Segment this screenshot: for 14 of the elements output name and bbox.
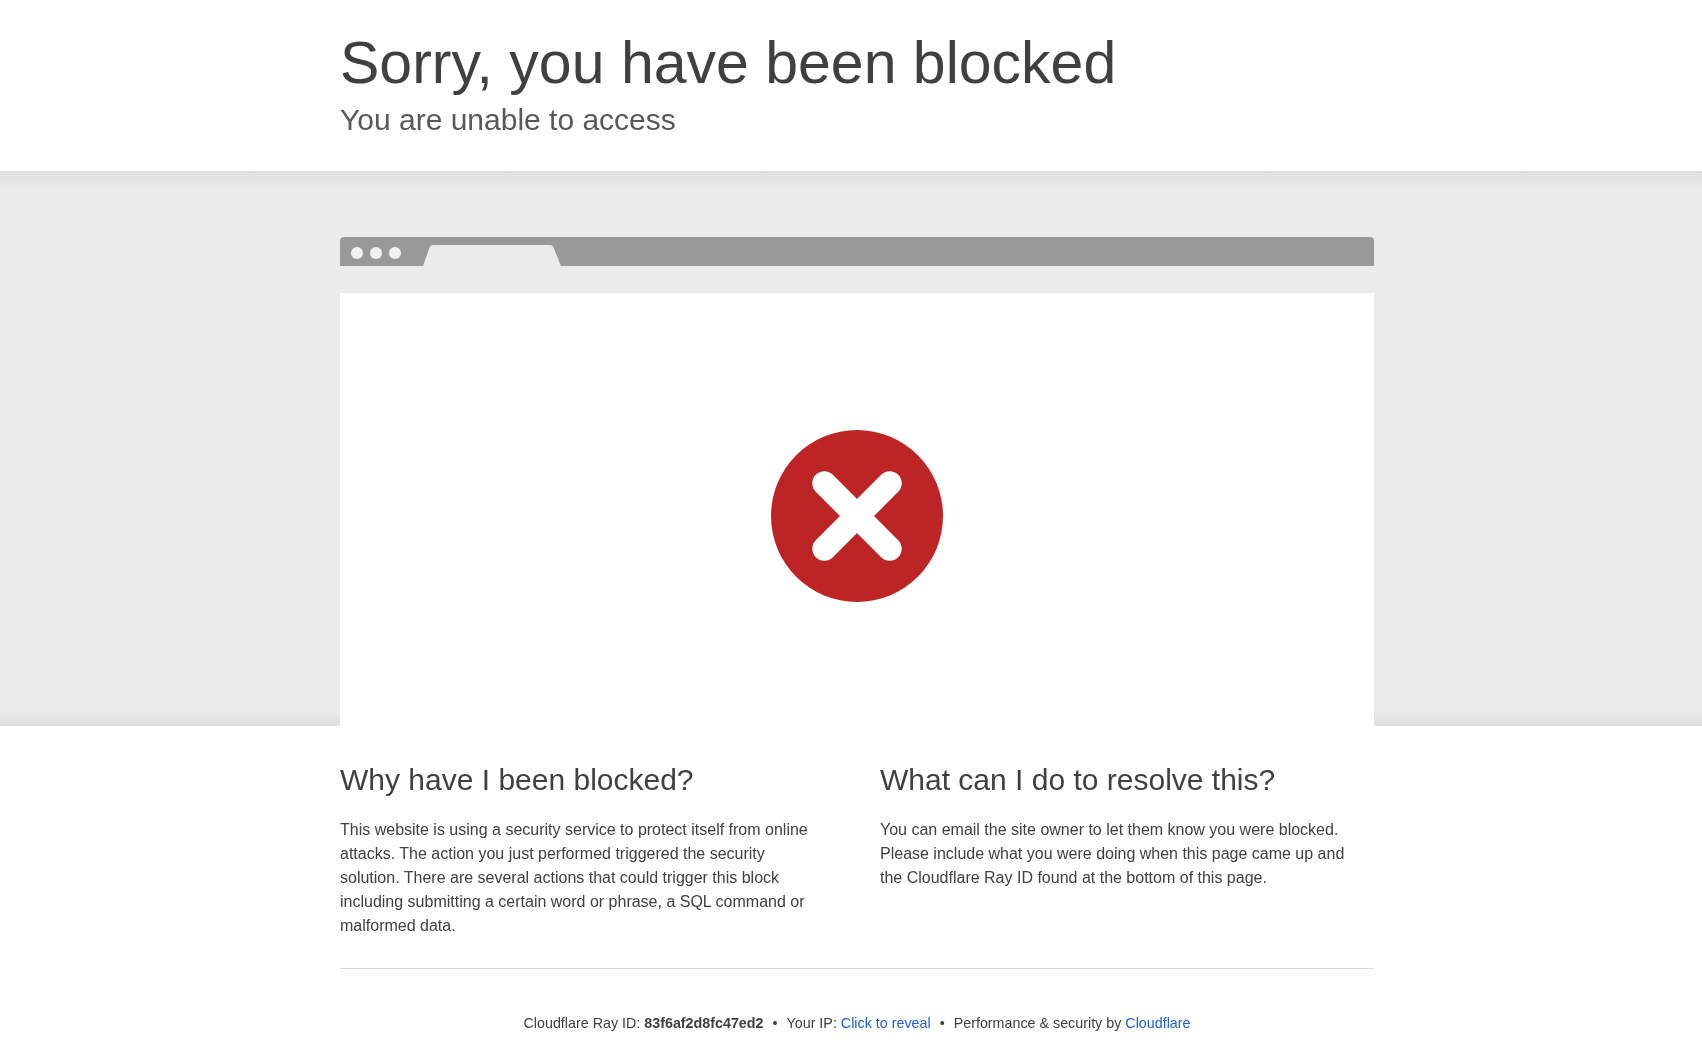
footer-text: Performance & security by: [953, 1014, 1122, 1033]
error-x-icon: [771, 430, 943, 602]
footer-link[interactable]: Click to reveal: [840, 1013, 931, 1033]
section-text: This website is using a security service to protect itself from online attacks. The action you just performed triggered the security solution. There are several actions that could trigger this block including submitting a certain word or phrase, a SQL command or malformed data.: [340, 820, 809, 936]
page-subtitle: You are unable to access: [340, 102, 676, 138]
section-heading: Why have I been blocked?: [340, 762, 694, 798]
bullet-separator: •: [772, 1014, 778, 1033]
footer-text: Your IP:: [786, 1014, 837, 1033]
bullet-separator: •: [939, 1014, 945, 1033]
section-text: You can email the site owner to let them know you were blocked. Please include what you were doing when this page came up and the Cloudflare Ray ID found at the bottom of this page.: [880, 820, 1346, 888]
section-heading: What can I do to resolve this?: [880, 762, 1276, 798]
page-title: Sorry, you have been blocked: [340, 30, 1117, 96]
footer-link[interactable]: Cloudflare: [1125, 1013, 1191, 1033]
footer-text: Cloudflare Ray ID: 83f6af2d8fc47ed2: [523, 1014, 764, 1033]
